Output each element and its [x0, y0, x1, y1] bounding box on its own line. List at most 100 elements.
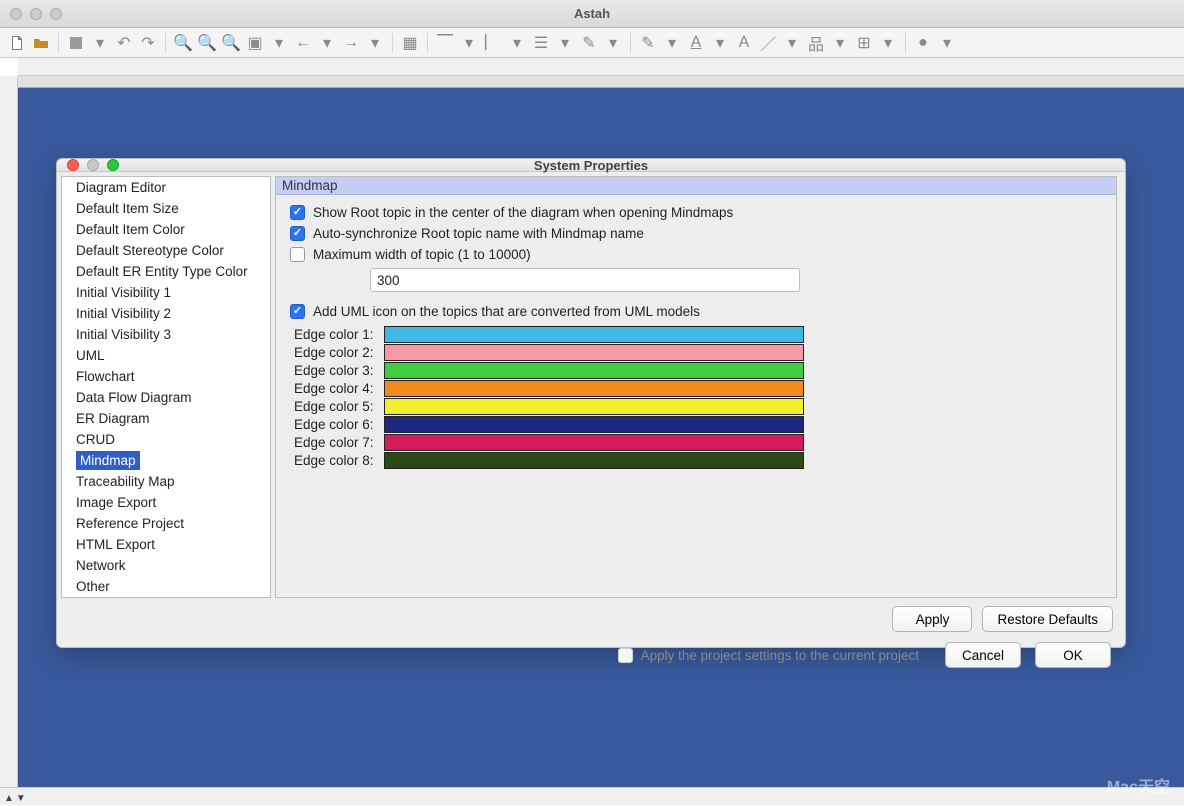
- apply-project-checkbox[interactable]: [618, 648, 633, 663]
- edge-color-label: Edge color 8:: [294, 453, 384, 468]
- chevron-down-icon[interactable]: ▾: [879, 34, 897, 52]
- hierarchy-icon[interactable]: ⊞: [855, 34, 873, 52]
- chevron-down-icon[interactable]: ▾: [366, 34, 384, 52]
- sidebar-item-traceability-map[interactable]: Traceability Map: [62, 471, 270, 492]
- zoom-fit-icon[interactable]: 🔍: [222, 34, 240, 52]
- bottom-scrollbar[interactable]: ▲▼: [0, 787, 1184, 805]
- grid-icon[interactable]: ▦: [401, 34, 419, 52]
- sidebar-item-other[interactable]: Other: [62, 576, 270, 597]
- toolbar-separator: [58, 33, 59, 53]
- chevron-down-icon[interactable]: ▾: [556, 34, 574, 52]
- sidebar-item-network[interactable]: Network: [62, 555, 270, 576]
- edge-color-swatch-4[interactable]: [384, 380, 804, 397]
- edge-color-swatch-8[interactable]: [384, 452, 804, 469]
- save-icon[interactable]: [67, 34, 85, 52]
- color-swatch-icon[interactable]: ●: [914, 34, 932, 52]
- sidebar-item-initial-visibility-3[interactable]: Initial Visibility 3: [62, 324, 270, 345]
- edge-color-swatch-7[interactable]: [384, 434, 804, 451]
- font-icon[interactable]: A: [735, 34, 753, 52]
- sidebar-item-initial-visibility-1[interactable]: Initial Visibility 1: [62, 282, 270, 303]
- zoom-in-icon[interactable]: 🔍: [174, 34, 192, 52]
- apply-button[interactable]: Apply: [892, 606, 972, 632]
- maxwidth-value: 300: [377, 273, 400, 288]
- cancel-button[interactable]: Cancel: [945, 642, 1021, 668]
- open-file-icon[interactable]: [32, 34, 50, 52]
- zoom-out-icon[interactable]: 🔍: [198, 34, 216, 52]
- ok-button[interactable]: OK: [1035, 642, 1111, 668]
- sidebar-item-reference-project[interactable]: Reference Project: [62, 513, 270, 534]
- redo-icon[interactable]: ↷: [139, 34, 157, 52]
- arrow-right-icon[interactable]: →: [342, 34, 360, 52]
- vertical-ruler: [0, 76, 18, 787]
- maxwidth-checkbox[interactable]: [290, 247, 305, 262]
- sidebar-item-data-flow-diagram[interactable]: Data Flow Diagram: [62, 387, 270, 408]
- text-icon[interactable]: A: [687, 34, 705, 52]
- chevron-down-icon[interactable]: ▾: [783, 34, 801, 52]
- connector-icon[interactable]: ／: [759, 34, 777, 52]
- arrow-down-icon[interactable]: ▼: [16, 793, 26, 804]
- sidebar-item-default-item-color[interactable]: Default Item Color: [62, 219, 270, 240]
- edge-color-swatch-3[interactable]: [384, 362, 804, 379]
- dialog-titlebar: System Properties: [57, 159, 1125, 172]
- edge-color-swatch-5[interactable]: [384, 398, 804, 415]
- edge-color-label: Edge color 4:: [294, 381, 384, 396]
- undo-icon[interactable]: ↶: [115, 34, 133, 52]
- edge-color-swatch-2[interactable]: [384, 344, 804, 361]
- distribute-icon[interactable]: ☰: [532, 34, 550, 52]
- sidebar-item-default-er-entity-type-color[interactable]: Default ER Entity Type Color: [62, 261, 270, 282]
- restore-defaults-button[interactable]: Restore Defaults: [982, 606, 1113, 632]
- maxwidth-input[interactable]: 300: [370, 268, 800, 292]
- dialog-footer: Apply the project settings to the curren…: [57, 632, 1125, 678]
- chevron-down-icon[interactable]: ▾: [938, 34, 956, 52]
- sidebar-item-image-export[interactable]: Image Export: [62, 492, 270, 513]
- category-sidebar: Diagram EditorDefault Item SizeDefault I…: [61, 176, 271, 598]
- edge-color-swatch-1[interactable]: [384, 326, 804, 343]
- system-properties-dialog: System Properties Diagram EditorDefault …: [56, 158, 1126, 648]
- toolbar-separator: [905, 33, 906, 53]
- align-left-icon[interactable]: ⎸: [484, 34, 502, 52]
- main-titlebar: Astah: [0, 0, 1184, 28]
- chevron-down-icon[interactable]: ▾: [318, 34, 336, 52]
- chevron-down-icon[interactable]: ▾: [270, 34, 288, 52]
- edge-color-label: Edge color 2:: [294, 345, 384, 360]
- style-icon[interactable]: ✎: [580, 34, 598, 52]
- chevron-down-icon[interactable]: ▾: [663, 34, 681, 52]
- toolbar-separator: [630, 33, 631, 53]
- show-root-checkbox[interactable]: [290, 205, 305, 220]
- edge-color-swatch-6[interactable]: [384, 416, 804, 433]
- chevron-down-icon[interactable]: ▾: [460, 34, 478, 52]
- arrow-up-icon[interactable]: ▲: [4, 793, 14, 804]
- toolbar-separator: [392, 33, 393, 53]
- sidebar-item-flowchart[interactable]: Flowchart: [62, 366, 270, 387]
- sidebar-item-initial-visibility-2[interactable]: Initial Visibility 2: [62, 303, 270, 324]
- content-pane: Mindmap Show Root topic in the center of…: [275, 176, 1117, 598]
- edge-color-list: Edge color 1:Edge color 2:Edge color 3:E…: [290, 325, 1102, 469]
- layout-icon[interactable]: 品: [807, 34, 825, 52]
- chevron-down-icon[interactable]: ▾: [604, 34, 622, 52]
- sidebar-item-html-export[interactable]: HTML Export: [62, 534, 270, 555]
- toolbar-separator: [427, 33, 428, 53]
- content-header: Mindmap: [276, 177, 1116, 195]
- umlicon-checkbox[interactable]: [290, 304, 305, 319]
- sidebar-item-crud[interactable]: CRUD: [62, 429, 270, 450]
- sidebar-item-default-stereotype-color[interactable]: Default Stereotype Color: [62, 240, 270, 261]
- edge-color-label: Edge color 1:: [294, 327, 384, 342]
- fit-window-icon[interactable]: ▣: [246, 34, 264, 52]
- chevron-down-icon[interactable]: ▾: [831, 34, 849, 52]
- sidebar-item-uml[interactable]: UML: [62, 345, 270, 366]
- category-list[interactable]: Diagram EditorDefault Item SizeDefault I…: [62, 177, 270, 597]
- chevron-down-icon[interactable]: ▾: [91, 34, 109, 52]
- umlicon-label: Add UML icon on the topics that are conv…: [313, 304, 700, 319]
- autosync-checkbox[interactable]: [290, 226, 305, 241]
- pen-icon[interactable]: ✎: [639, 34, 657, 52]
- new-file-icon[interactable]: [8, 34, 26, 52]
- sidebar-item-diagram-editor[interactable]: Diagram Editor: [62, 177, 270, 198]
- chevron-down-icon[interactable]: ▾: [508, 34, 526, 52]
- chevron-down-icon[interactable]: ▾: [711, 34, 729, 52]
- sidebar-item-mindmap[interactable]: Mindmap: [76, 451, 140, 470]
- sidebar-item-er-diagram[interactable]: ER Diagram: [62, 408, 270, 429]
- sidebar-item-default-item-size[interactable]: Default Item Size: [62, 198, 270, 219]
- align-top-icon[interactable]: ⎺: [436, 34, 454, 52]
- main-toolbar: ▾ ↶ ↷ 🔍 🔍 🔍 ▣ ▾ ← ▾ → ▾ ▦ ⎺ ▾ ⎸ ▾ ☰ ▾ ✎ …: [0, 28, 1184, 58]
- arrow-left-icon[interactable]: ←: [294, 34, 312, 52]
